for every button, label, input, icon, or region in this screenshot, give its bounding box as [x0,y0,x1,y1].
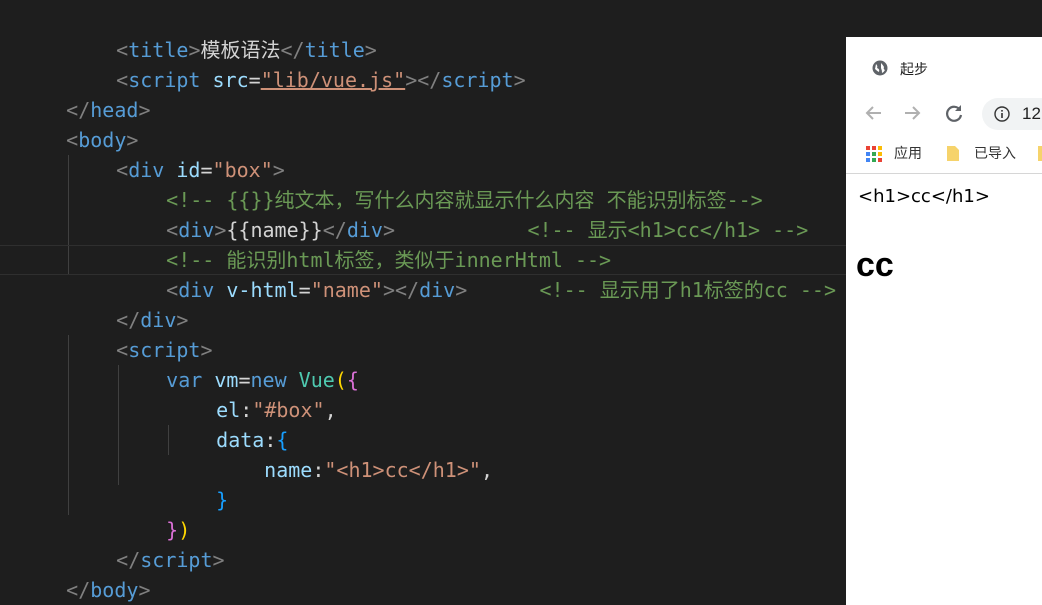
raw-html-text: <h1>cc</h1> [858,186,990,207]
tag-bracket: > [212,548,225,572]
code-line[interactable]: data:{ [168,395,288,452]
code-line[interactable]: <script src="lib/vue.js"></script> [68,35,525,92]
address-text: 12 [1022,104,1041,123]
bookmarks-bar: 应用 已导入 [846,135,1042,174]
browser-toolbar: 12 [846,91,1042,135]
tab-title: 起步 [900,61,928,77]
equals: = [248,68,261,92]
code-line[interactable]: var vm=new Vue({ [118,335,359,392]
code-line[interactable]: <!-- {{}}纯文本，写什么内容就显示什么内容 不能识别标签--> [118,155,763,212]
code-line[interactable]: <!-- 能识别html标签，类似于innerHtml --> [118,215,611,272]
page-content: <h1>cc</h1> cc [846,174,1042,605]
tag-bracket: > [455,278,468,302]
code-line[interactable]: } [168,455,228,512]
code-line[interactable]: <script> [68,305,212,362]
info-icon[interactable] [994,106,1010,122]
string-value: "<h1>cc</h1>" [324,458,481,482]
attr-value-link[interactable]: "lib/vue.js" [261,68,406,92]
code-line[interactable]: <div id="box"> [68,125,285,182]
browser-window: 起步 12 应用 已导入 <h1>cc</h1> cc [846,37,1042,605]
tag-bracket: ></ [405,68,442,92]
attr-name: src [212,68,249,92]
code-line[interactable]: </script> [68,515,224,572]
address-bar[interactable]: 12 [982,98,1042,130]
attr-name: v-html [226,278,299,302]
brace: } [216,488,229,512]
equals: = [298,278,311,302]
code-editor[interactable]: <title>模板语法</title> <script src="lib/vue… [0,0,846,605]
code-line[interactable]: </body> [18,545,150,602]
tag-bracket: > [513,68,526,92]
comma: , [480,458,493,482]
code-line[interactable]: el:"#box", [168,365,336,422]
folder-icon [947,146,959,161]
code-line-current[interactable]: <div v-html="name"></div> <!-- 显示用了h1标签的… [0,245,846,302]
reload-icon[interactable] [942,101,966,125]
tag-bracket: > [138,98,151,122]
code-line[interactable]: <title>模板语法</title> [68,5,377,62]
code-line[interactable]: name:"<h1>cc</h1>", [216,425,493,482]
brace: { [346,368,359,392]
tag-name: div [419,278,456,302]
comma: , [324,398,337,422]
code-line[interactable]: </head> [18,65,150,122]
attr-value: "name" [310,278,383,302]
folder-icon [1038,146,1042,161]
tag-name: script [140,548,213,572]
browser-tab[interactable]: 起步 [846,37,1042,91]
code-line[interactable]: <body> [18,95,138,152]
tag-name: script [441,68,514,92]
property-key: name [264,458,313,482]
code-line[interactable]: </div> [68,275,188,332]
code-comment: <!-- 显示用了h1标签的cc --> [539,278,837,302]
colon: : [312,458,325,482]
code-line[interactable]: <div>{{name}}</div> <!-- 显示<h1>cc</h1> -… [118,185,808,242]
bookmark-apps[interactable]: 应用 [894,142,922,164]
tag-bracket: ></ [382,278,420,302]
forward-arrow-icon[interactable] [900,101,924,125]
code-line[interactable]: </html> [18,575,150,605]
apps-grid-icon[interactable] [866,146,882,162]
back-arrow-icon[interactable] [862,101,886,125]
code-line[interactable]: }) [118,485,190,542]
bookmark-imported[interactable]: 已导入 [974,142,1016,164]
rendered-heading: cc [856,246,894,284]
globe-icon [872,60,888,76]
